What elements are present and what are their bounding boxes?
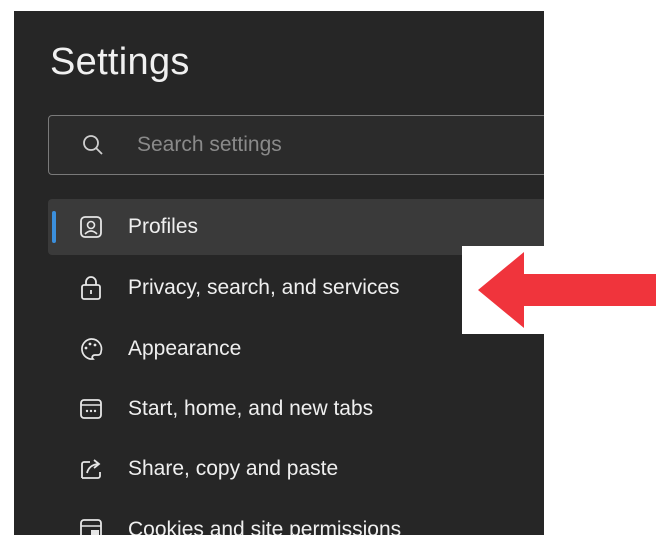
profile-icon [80,216,102,238]
sidebar-item-label: Cookies and site permissions [128,518,402,535]
sidebar-item-start-home[interactable]: Start, home, and new tabs [48,381,544,437]
active-indicator [52,211,56,243]
red-arrow-annotation [478,252,656,328]
sidebar-item-label: Profiles [128,215,199,238]
sidebar-item-label: Start, home, and new tabs [128,397,374,420]
search-input[interactable]: Search settings [48,115,544,175]
page-title: Settings [50,41,190,83]
sidebar-item-label: Appearance [128,337,242,360]
sidebar-item-cookies[interactable]: Cookies and site permissions [48,502,544,535]
sidebar-item-label: Privacy, search, and services [128,276,400,299]
lock-icon [81,276,101,300]
cookies-icon [80,519,102,535]
search-icon [83,135,103,155]
search-placeholder: Search settings [137,133,282,156]
sidebar-item-label: Share, copy and paste [128,457,339,480]
share-icon [81,459,101,479]
palette-icon [81,338,103,360]
sidebar-item-share-copy-paste[interactable]: Share, copy and paste [48,441,544,497]
home-tabs-icon [80,399,102,419]
